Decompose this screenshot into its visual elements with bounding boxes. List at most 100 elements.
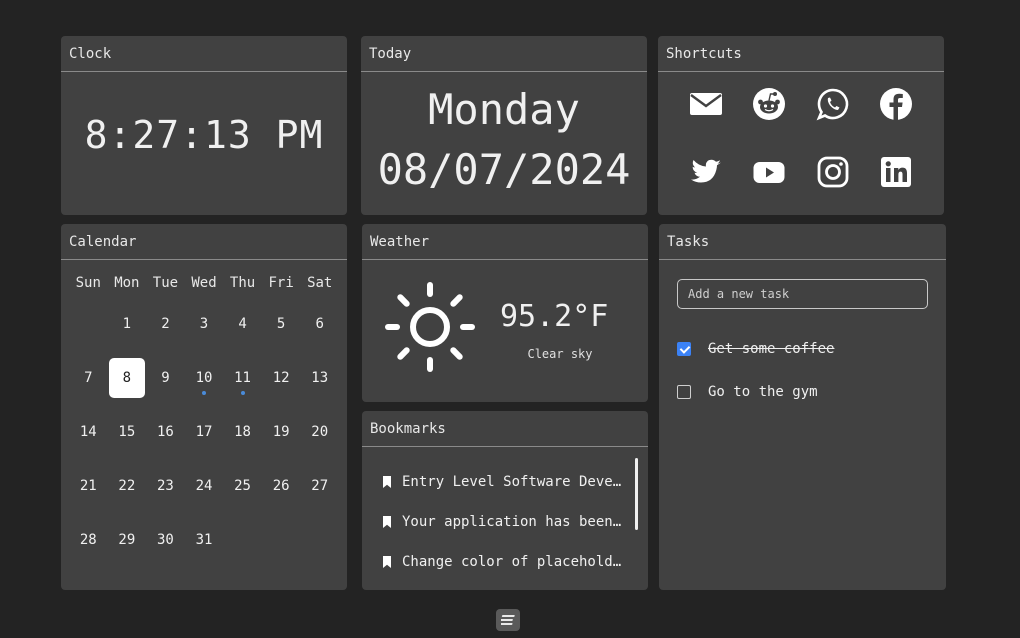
mail-icon bbox=[689, 93, 722, 115]
calendar-weekday: Mon bbox=[114, 275, 140, 291]
whatsapp-icon bbox=[816, 88, 849, 121]
calendar-day[interactable]: 16 bbox=[146, 405, 185, 459]
task-checkbox[interactable] bbox=[677, 341, 691, 356]
calendar-day[interactable]: 24 bbox=[185, 459, 224, 513]
shortcut-whatsapp[interactable] bbox=[801, 87, 865, 121]
bookmark-icon bbox=[383, 516, 391, 528]
task-item[interactable]: Get some coffee bbox=[677, 327, 934, 370]
bookmark-item[interactable]: Entry Level Software Developer bbox=[382, 462, 626, 502]
calendar-day-number: 6 bbox=[315, 316, 324, 332]
calendar-day-number: 12 bbox=[272, 370, 290, 386]
shortcut-mail[interactable] bbox=[674, 87, 738, 121]
calendar-day[interactable]: 17 bbox=[185, 405, 224, 459]
calendar-day[interactable]: 22 bbox=[108, 459, 147, 513]
calendar-day[interactable]: 6 bbox=[300, 297, 339, 351]
bookmark-item[interactable]: Your application has been received bbox=[382, 502, 626, 542]
calendar-day-number: 8 bbox=[108, 358, 145, 398]
calendar-day[interactable]: 2 bbox=[146, 297, 185, 351]
calendar-day-number: 19 bbox=[272, 424, 290, 440]
shortcuts-title: Shortcuts bbox=[658, 36, 944, 72]
clock-title: Clock bbox=[61, 36, 347, 72]
calendar-day[interactable]: 26 bbox=[262, 459, 301, 513]
calendar-day-today[interactable]: 8 bbox=[108, 351, 147, 405]
new-task-input[interactable] bbox=[677, 279, 928, 309]
shortcut-reddit[interactable] bbox=[738, 87, 802, 121]
bookmark-item[interactable]: Change color of placeholder bbox=[382, 542, 626, 582]
weather-title: Weather bbox=[362, 224, 648, 260]
calendar-day[interactable]: 18 bbox=[223, 405, 262, 459]
today-widget: Today Monday 08/07/2024 bbox=[361, 36, 647, 215]
calendar-day[interactable]: 5 bbox=[262, 297, 301, 351]
calendar-day-number: 27 bbox=[311, 478, 329, 494]
calendar-day-number: 31 bbox=[195, 532, 213, 548]
calendar-day[interactable]: 31 bbox=[185, 513, 224, 567]
youtube-icon bbox=[753, 162, 785, 183]
bookmark-label: Your application has been received bbox=[402, 514, 626, 530]
instagram-icon bbox=[817, 156, 849, 188]
calendar-day[interactable]: 20 bbox=[300, 405, 339, 459]
shortcut-twitter[interactable] bbox=[674, 155, 738, 189]
calendar-weekday: Wed bbox=[191, 275, 217, 291]
calendar-day[interactable]: 14 bbox=[69, 405, 108, 459]
calendar-day-number: 11 bbox=[234, 370, 251, 386]
calendar-day-number: 4 bbox=[238, 316, 247, 332]
calendar-day-number: 23 bbox=[156, 478, 174, 494]
calendar-day[interactable]: 28 bbox=[69, 513, 108, 567]
calendar-day-number: 17 bbox=[195, 424, 213, 440]
calendar-day[interactable]: 11 bbox=[223, 351, 262, 405]
calendar-day-number: 21 bbox=[79, 478, 97, 494]
calendar-day-number: 3 bbox=[199, 316, 209, 332]
calendar-day[interactable]: 25 bbox=[223, 459, 262, 513]
today-day: Monday bbox=[428, 85, 580, 134]
today-title: Today bbox=[361, 36, 647, 72]
bookmarks-title: Bookmarks bbox=[362, 411, 648, 447]
task-item[interactable]: Go to the gym bbox=[677, 370, 934, 413]
clock-widget: Clock 8:27:13 PM bbox=[61, 36, 347, 215]
calendar-day[interactable]: 10 bbox=[185, 351, 224, 405]
task-label: Go to the gym bbox=[708, 383, 818, 400]
calendar-day-number: 10 bbox=[195, 370, 213, 386]
calendar-day[interactable]: 4 bbox=[223, 297, 262, 351]
calendar-day-number: 20 bbox=[311, 424, 329, 440]
shortcut-linkedin[interactable] bbox=[865, 155, 929, 189]
calendar-day[interactable]: 7 bbox=[69, 351, 108, 405]
calendar-day-number: 15 bbox=[118, 424, 136, 440]
calendar-day[interactable]: 1 bbox=[108, 297, 147, 351]
calendar-day[interactable]: 29 bbox=[108, 513, 147, 567]
calendar-day[interactable]: 9 bbox=[146, 351, 185, 405]
calendar-day[interactable]: 3 bbox=[185, 297, 224, 351]
calendar-day[interactable]: 27 bbox=[300, 459, 339, 513]
calendar-day-number: 2 bbox=[161, 316, 170, 332]
calendar-day[interactable]: 21 bbox=[69, 459, 108, 513]
tasks-title: Tasks bbox=[659, 224, 946, 260]
weather-temperature: 95.2°F bbox=[500, 299, 609, 334]
calendar-weekday: Fri bbox=[268, 275, 294, 291]
calendar-day-number: 24 bbox=[195, 478, 213, 494]
calendar-weekday: Tue bbox=[152, 275, 179, 291]
bookmarks-scrollbar[interactable] bbox=[635, 458, 638, 530]
event-dot bbox=[201, 391, 206, 395]
calendar-day[interactable]: 30 bbox=[146, 513, 185, 567]
today-date: 08/07/2024 bbox=[377, 145, 631, 194]
calendar-day[interactable]: 15 bbox=[108, 405, 147, 459]
shortcuts-widget: Shortcuts bbox=[658, 36, 944, 215]
shortcut-youtube[interactable] bbox=[738, 155, 802, 189]
calendar-day[interactable]: 13 bbox=[300, 351, 339, 405]
shortcut-facebook[interactable] bbox=[865, 87, 929, 121]
calendar-day-number: 30 bbox=[156, 532, 174, 548]
calendar-widget: Calendar Sun Mon Tue Wed Thu Fri Sat 1 2 3 4 5 6 7 8 9 1… bbox=[61, 224, 347, 590]
task-label: Get some coffee bbox=[708, 340, 835, 357]
calendar-day[interactable]: 12 bbox=[262, 351, 301, 405]
calendar-day-number: 22 bbox=[118, 478, 136, 494]
calendar-weekday: Thu bbox=[229, 275, 256, 291]
calendar-day[interactable]: 19 bbox=[262, 405, 301, 459]
task-checkbox[interactable] bbox=[677, 384, 691, 399]
twitter-icon bbox=[690, 159, 721, 183]
calendar-blank bbox=[69, 297, 108, 351]
menu-button[interactable] bbox=[496, 609, 520, 631]
calendar-day[interactable]: 23 bbox=[146, 459, 185, 513]
calendar-weekday: Sat bbox=[307, 275, 333, 291]
shortcut-instagram[interactable] bbox=[801, 155, 865, 189]
calendar-day-number: 29 bbox=[118, 532, 136, 548]
calendar-day-number: 5 bbox=[276, 316, 286, 332]
